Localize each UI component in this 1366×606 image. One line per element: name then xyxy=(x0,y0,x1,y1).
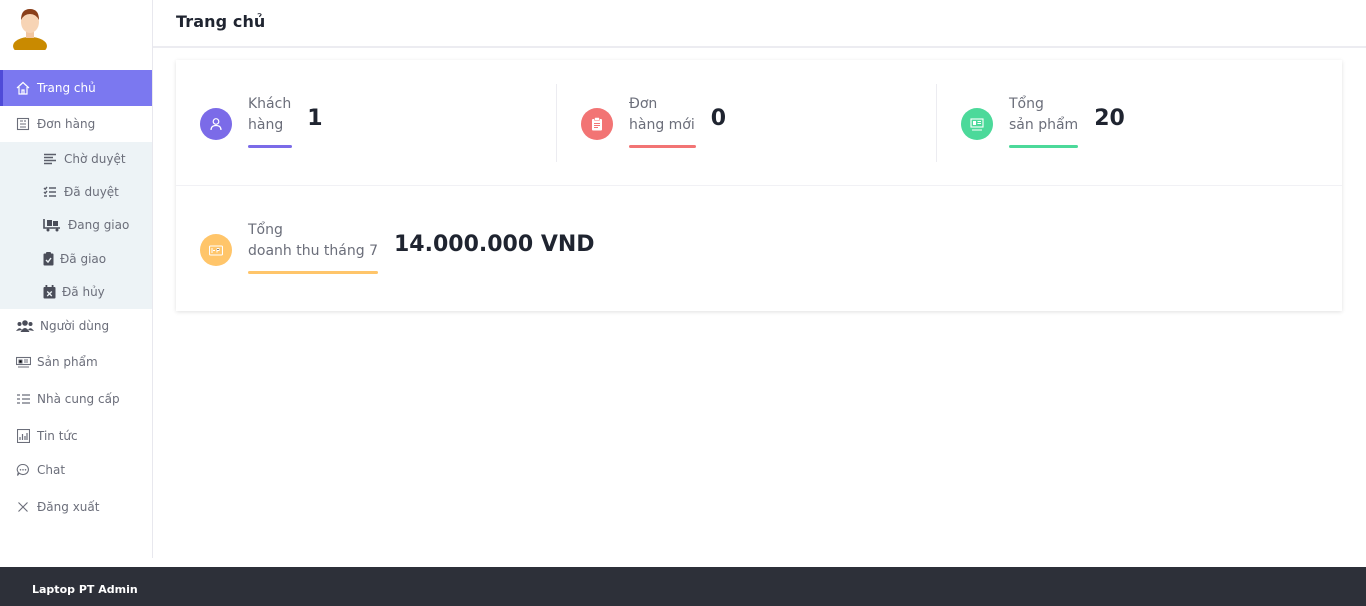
sidebar-item-label: Đã hủy xyxy=(62,285,105,300)
sidebar-item-suppliers[interactable]: Nhà cung cấp xyxy=(0,381,152,418)
products-icon xyxy=(15,354,31,370)
sidebar-item-label: Trang chủ xyxy=(37,81,96,95)
sidebar-item-label: Đơn hàng xyxy=(37,117,96,131)
stat-label-line1: Đơn xyxy=(629,96,658,112)
orders-subnav: Chờ duyệt Đã duyệt Đang giao Đã giao Đã … xyxy=(0,142,152,309)
divider xyxy=(936,84,937,162)
sidebar-item-logout[interactable]: Đăng xuất xyxy=(0,485,152,529)
stat-revenue-value: 14.000.000 VND xyxy=(393,232,595,257)
sidebar-item-users[interactable]: Người dùng xyxy=(0,309,152,343)
sidebar-item-orders[interactable]: Đơn hàng xyxy=(0,106,152,142)
stat-label-line2: hàng xyxy=(248,117,284,133)
stat-revenue-label: Tổng doanh thu tháng 7 xyxy=(248,220,378,274)
sidebar-item-products[interactable]: Sản phẩm xyxy=(0,343,152,381)
stat-customers: Khách hàng 1 xyxy=(200,94,323,148)
stat-new-orders-label: Đơn hàng mới xyxy=(629,94,696,148)
stat-underline xyxy=(248,145,292,148)
sidebar-item-delivered[interactable]: Đã giao xyxy=(0,242,152,275)
stat-label-line1: Khách xyxy=(248,96,292,112)
sidebar-item-delivering[interactable]: Đang giao xyxy=(0,209,152,242)
sidebar-item-cancelled[interactable]: Đã hủy xyxy=(0,276,152,309)
sidebar-item-home[interactable]: Trang chủ xyxy=(0,70,152,106)
product-icon xyxy=(961,108,993,140)
checklist-icon xyxy=(42,184,58,200)
app-root: Trang chủ Đơn hàng Chờ duyệt Đã duyệt Đa… xyxy=(0,0,1366,606)
stat-underline xyxy=(629,145,696,148)
stat-total-products: Tổng sản phẩm 20 xyxy=(961,94,1125,148)
sidebar-item-news[interactable]: Tin tức xyxy=(0,418,152,455)
stat-label-line2: sản phẩm xyxy=(1009,117,1079,133)
list-icon xyxy=(42,151,58,167)
sidebar-item-label: Người dùng xyxy=(40,318,110,333)
sidebar-item-label: Sản phẩm xyxy=(37,354,98,369)
stat-label-line1: Tổng xyxy=(248,222,283,238)
stat-new-orders-value: 0 xyxy=(710,106,727,131)
stat-label-line2: doanh thu tháng 7 xyxy=(248,243,378,259)
sidebar-item-label: Chat xyxy=(37,462,66,477)
sidebar-item-approved[interactable]: Đã duyệt xyxy=(0,175,152,208)
news-icon xyxy=(15,428,31,444)
sidebar-item-label: Đã giao xyxy=(60,251,107,266)
clipboard-check-icon xyxy=(42,251,54,267)
stat-customers-label: Khách hàng xyxy=(248,94,292,148)
stat-new-orders: Đơn hàng mới 0 xyxy=(581,94,726,148)
stat-total-products-label: Tổng sản phẩm xyxy=(1009,94,1078,148)
money-icon xyxy=(200,234,232,266)
sidebar-item-label: Tin tức xyxy=(37,429,78,444)
stat-total-products-value: 20 xyxy=(1094,106,1125,131)
stats-card: Khách hàng 1 Đơn hàng mới 0 Tổng sản phẩ… xyxy=(176,60,1342,311)
footer-brand: Laptop PT Admin xyxy=(32,583,138,596)
delivery-icon xyxy=(42,217,62,233)
stat-customers-value: 1 xyxy=(307,106,323,131)
page-header: Trang chủ xyxy=(153,0,1366,48)
sidebar-item-label: Đang giao xyxy=(68,218,130,233)
user-icon xyxy=(200,108,232,140)
sidebar-nav: Trang chủ Đơn hàng Chờ duyệt Đã duyệt Đa… xyxy=(0,70,152,529)
clipboard-icon xyxy=(581,108,613,140)
suppliers-icon xyxy=(15,391,31,407)
stat-underline xyxy=(248,271,378,274)
sidebar-item-label: Đã duyệt xyxy=(64,185,119,200)
divider xyxy=(176,185,1342,186)
stat-label-line2: hàng mới xyxy=(629,117,695,133)
sidebar: Trang chủ Đơn hàng Chờ duyệt Đã duyệt Đa… xyxy=(0,0,153,558)
sidebar-item-label: Nhà cung cấp xyxy=(37,392,120,407)
orders-icon xyxy=(15,116,31,132)
stat-label-line1: Tổng xyxy=(1009,96,1044,112)
users-icon xyxy=(15,318,34,334)
sidebar-item-pending[interactable]: Chờ duyệt xyxy=(0,142,152,175)
footer: Laptop PT Admin xyxy=(0,567,1366,606)
calendar-x-icon xyxy=(42,284,56,300)
chat-icon xyxy=(15,462,31,478)
divider xyxy=(556,84,557,162)
avatar[interactable] xyxy=(12,6,48,50)
stat-underline xyxy=(1009,145,1078,148)
sidebar-item-label: Đăng xuất xyxy=(37,499,100,514)
sidebar-item-label: Chờ duyệt xyxy=(64,151,126,166)
close-icon xyxy=(15,499,31,515)
sidebar-item-chat[interactable]: Chat xyxy=(0,455,152,485)
home-icon xyxy=(15,80,31,96)
stat-revenue: Tổng doanh thu tháng 7 14.000.000 VND xyxy=(200,220,595,274)
page-title: Trang chủ xyxy=(176,12,266,31)
